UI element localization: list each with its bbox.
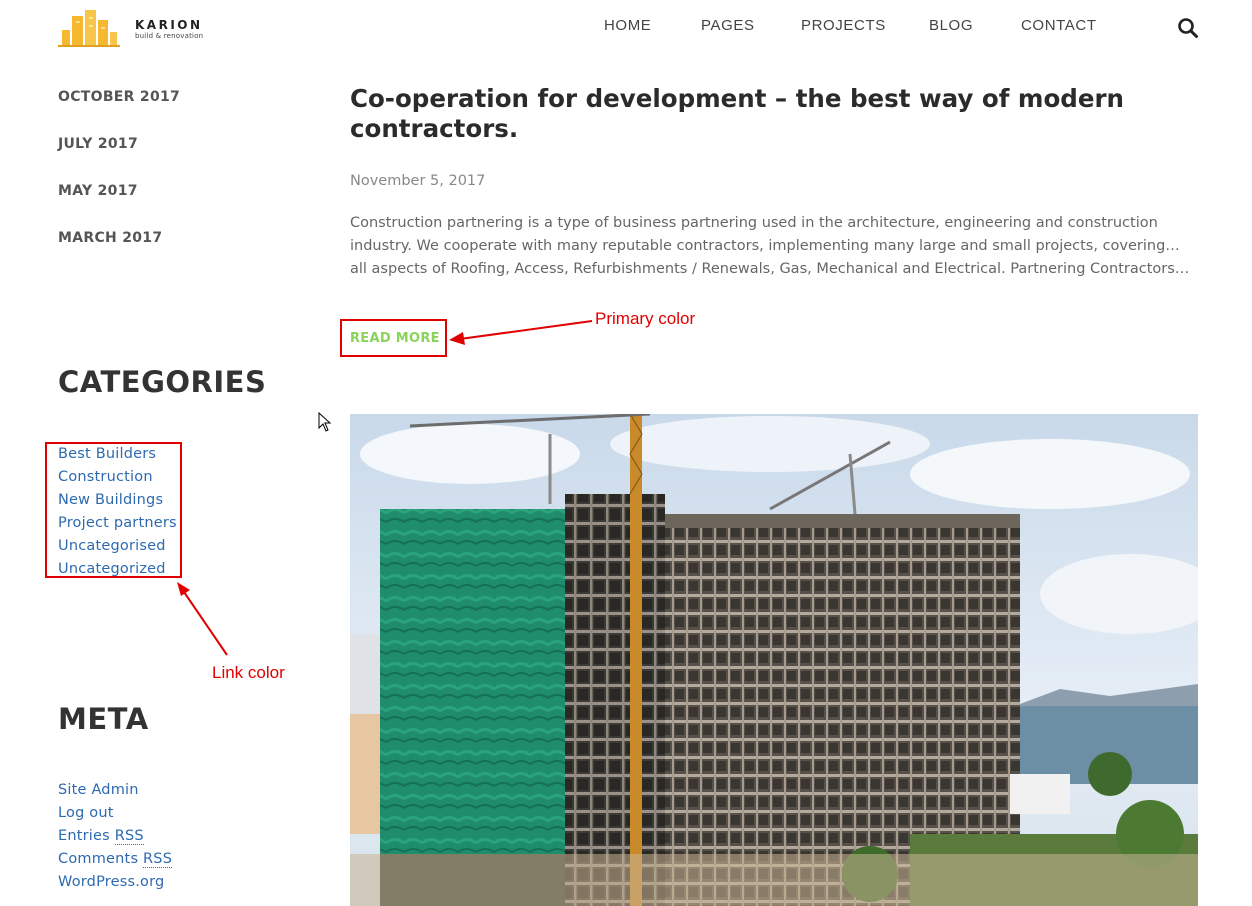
annotation-arrows — [177, 320, 593, 656]
mouse-cursor-icon — [318, 412, 332, 432]
arrow-to-categories — [177, 582, 228, 656]
arrow-to-read-more — [449, 320, 593, 345]
